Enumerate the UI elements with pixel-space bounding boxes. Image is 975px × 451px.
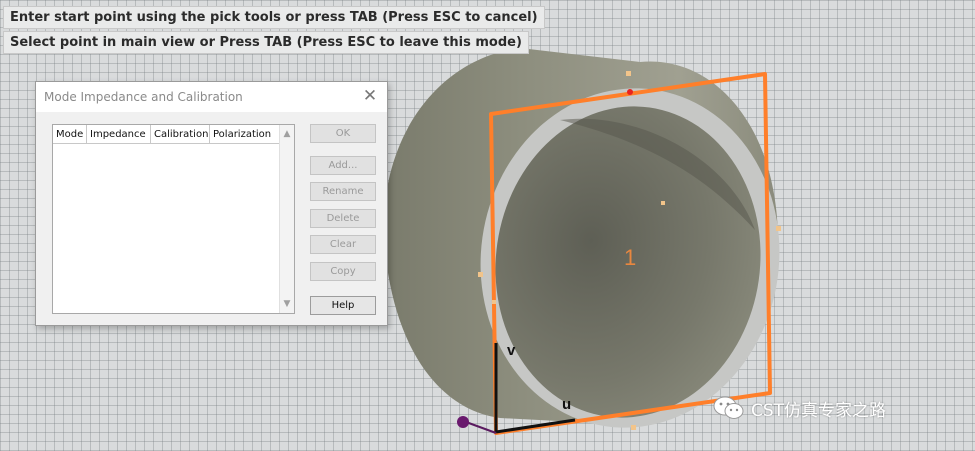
rename-button[interactable]: Rename <box>310 182 376 201</box>
scroll-up-icon[interactable]: ▲ <box>280 127 294 141</box>
close-icon[interactable]: ✕ <box>359 85 381 107</box>
copy-button[interactable]: Copy <box>310 262 376 281</box>
column-header-polarization[interactable]: Polarization <box>210 125 280 144</box>
wechat-icon <box>713 395 745 421</box>
clear-button[interactable]: Clear <box>310 235 376 254</box>
delete-button[interactable]: Delete <box>310 209 376 228</box>
mode-table[interactable]: Mode Impedance Calibration Polarization … <box>52 124 295 314</box>
column-header-impedance[interactable]: Impedance <box>87 125 151 144</box>
dialog-title: Mode Impedance and Calibration <box>44 90 243 104</box>
scroll-down-icon[interactable]: ▼ <box>280 297 294 311</box>
watermark: CST仿真专家之路 <box>713 395 886 421</box>
marker-point[interactable] <box>631 425 636 430</box>
axis-handle-icon[interactable] <box>457 416 469 428</box>
marker-point[interactable] <box>776 226 781 231</box>
marker-point-top[interactable] <box>627 89 633 95</box>
table-scrollbar[interactable]: ▲ ▼ <box>279 125 294 313</box>
port-number-label: 1 <box>624 245 636 270</box>
axis-handle-arm <box>465 421 497 434</box>
status-message-primary: Enter start point using the pick tools o… <box>3 6 545 29</box>
add-button[interactable]: Add... <box>310 156 376 175</box>
marker-point[interactable] <box>626 71 631 76</box>
status-message-secondary: Select point in main view or Press TAB (… <box>3 31 529 54</box>
axis-u-label: u <box>562 396 571 413</box>
watermark-text: CST仿真专家之路 <box>751 400 887 421</box>
column-header-calibration[interactable]: Calibration <box>151 125 210 144</box>
axis-v-label: v <box>507 342 516 359</box>
dialog-titlebar[interactable]: Mode Impedance and Calibration ✕ <box>36 82 387 112</box>
axis-u-line <box>495 418 576 434</box>
table-header: Mode Impedance Calibration Polarization <box>53 125 280 145</box>
marker-point[interactable] <box>478 272 483 277</box>
column-header-mode[interactable]: Mode <box>53 125 87 144</box>
mode-impedance-dialog[interactable]: Mode Impedance and Calibration ✕ Mode Im… <box>35 81 388 326</box>
marker-point[interactable] <box>661 201 665 205</box>
marker-point[interactable] <box>492 300 496 304</box>
ok-button[interactable]: OK <box>310 124 376 143</box>
help-button[interactable]: Help <box>310 296 376 315</box>
